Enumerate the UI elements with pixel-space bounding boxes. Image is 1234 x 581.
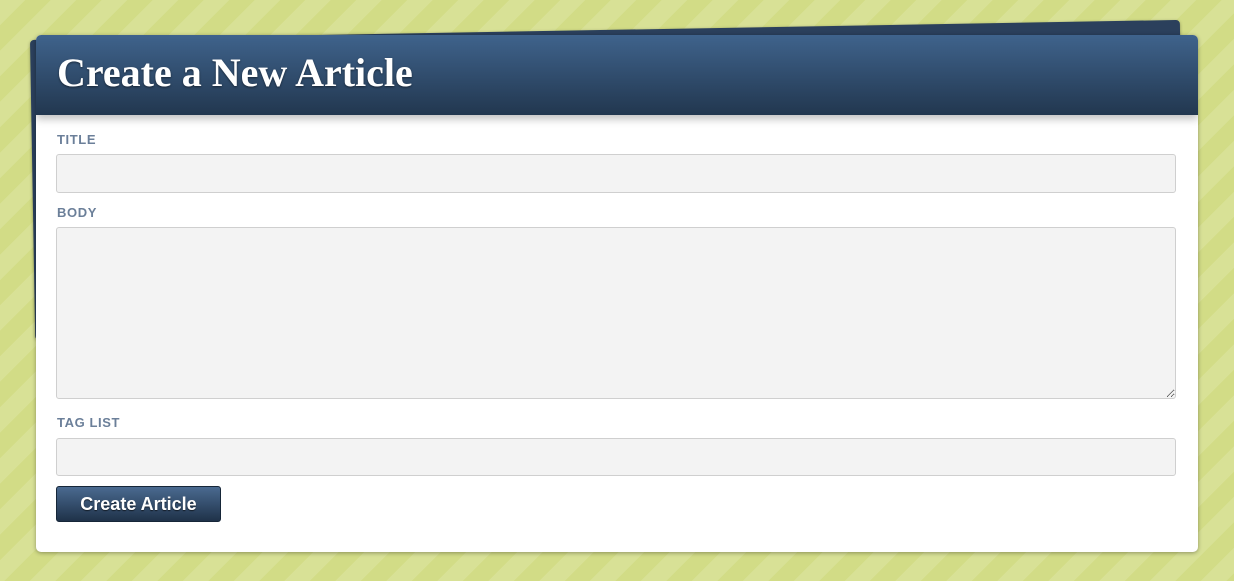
title-input[interactable]: [56, 154, 1176, 193]
tag-list-input[interactable]: [56, 438, 1176, 476]
create-article-button[interactable]: Create Article: [56, 486, 221, 522]
tag-list-label: TAG LIST: [57, 415, 121, 430]
body-textarea[interactable]: [56, 227, 1176, 399]
body-label: BODY: [57, 205, 97, 220]
title-label: TITLE: [57, 132, 97, 147]
page-header: Create a New Article: [36, 35, 1198, 115]
page-title: Create a New Article: [57, 50, 413, 95]
article-form-card: Create a New Article TITLE BODY TAG LIST…: [36, 35, 1198, 552]
